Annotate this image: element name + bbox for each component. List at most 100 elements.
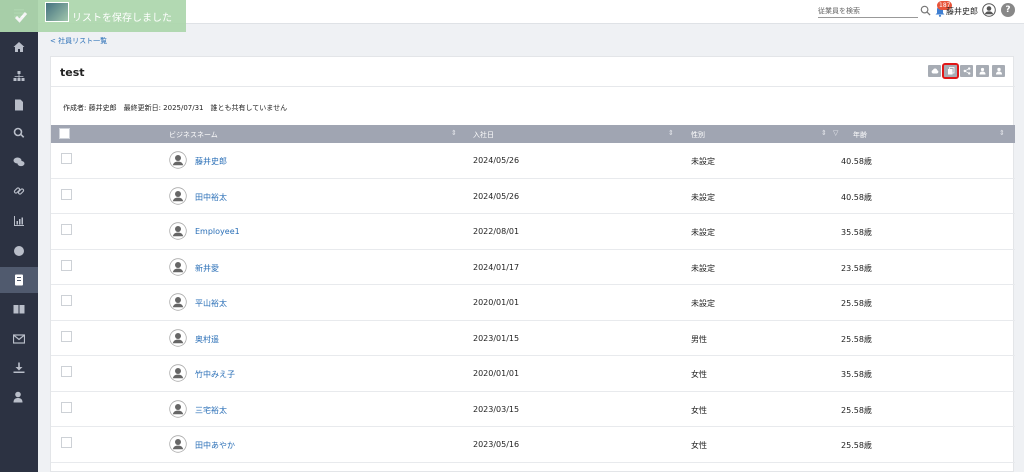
book-icon[interactable] — [0, 296, 38, 322]
list-card: test 作成者: 藤井史郎 最終更新日: 2025/07/31 誰とも共有して… — [50, 56, 1015, 472]
age: 25.58歳 — [841, 299, 872, 308]
sidebar — [0, 0, 38, 472]
table-row: 田中あやか 2023/05/16 女性 25.58歳 — [51, 427, 1015, 463]
joined-date: 2023/01/15 — [473, 333, 520, 343]
sort-icon[interactable]: ⇕ — [451, 129, 457, 137]
select-all-checkbox[interactable] — [59, 128, 70, 139]
employee-name-link[interactable]: 奥村遥 — [195, 334, 219, 345]
header-gender[interactable]: 性別 — [691, 130, 705, 140]
employee-avatar-icon — [169, 364, 187, 382]
joined-date: 2022/08/01 — [473, 227, 520, 236]
employee-avatar-icon — [169, 399, 187, 418]
employee-avatar-icon — [169, 435, 187, 453]
org-chart-icon[interactable] — [0, 63, 38, 89]
row-checkbox[interactable] — [61, 188, 72, 200]
employee-name-link[interactable]: Employee1 — [195, 227, 240, 236]
gender: 男性 — [691, 334, 707, 344]
employee-name-link[interactable]: 平山裕太 — [195, 298, 227, 309]
home-icon[interactable] — [0, 34, 38, 60]
page-title: test — [60, 66, 85, 79]
share-button[interactable] — [960, 65, 973, 77]
user-name[interactable]: 藤井史郎 — [946, 6, 978, 17]
employee-avatar-icon — [169, 186, 187, 205]
employee-name-link[interactable]: 三宅裕太 — [195, 405, 227, 416]
row-checkbox[interactable] — [61, 330, 72, 342]
header-joined-date[interactable]: 入社日 — [473, 130, 494, 140]
row-checkbox[interactable] — [61, 437, 72, 448]
joined-date: 2024/01/17 — [473, 262, 520, 272]
gender: 未設定 — [691, 192, 715, 202]
globe-icon[interactable] — [0, 238, 38, 264]
table-row: 三宅裕太 2023/03/15 女性 25.58歳 — [51, 392, 1015, 427]
employee-list-icon[interactable] — [0, 267, 38, 293]
sort-icon[interactable]: ⇕ — [821, 129, 827, 137]
toast-thumbnail — [45, 2, 69, 22]
employee-table: ビジネスネーム ⇕ 入社日 ⇕ 性別 ⇕ ▽ 年齢 ⇕ 藤井史郎 2024/05… — [51, 125, 1015, 463]
row-checkbox[interactable] — [61, 153, 72, 164]
joined-date: 2024/05/26 — [473, 156, 520, 165]
header-age[interactable]: 年齢 — [853, 130, 867, 140]
age: 25.58歳 — [841, 441, 872, 450]
row-checkbox[interactable] — [61, 366, 72, 377]
header-business-name[interactable]: ビジネスネーム — [169, 130, 218, 140]
joined-date: 2020/01/01 — [473, 369, 520, 378]
check-icon — [14, 9, 28, 23]
employee-name-link[interactable]: 竹中みえ子 — [195, 369, 235, 380]
analytics-icon[interactable] — [0, 208, 38, 234]
joined-date: 2023/03/15 — [473, 404, 520, 414]
joined-date: 2020/01/01 — [473, 298, 520, 307]
employee-avatar-icon — [169, 151, 187, 169]
chat-icon[interactable] — [0, 149, 38, 175]
age: 40.58歳 — [841, 157, 872, 166]
save-toast: リストを保存しました — [0, 0, 186, 32]
search-icon[interactable] — [920, 5, 931, 16]
gender: 女性 — [691, 370, 707, 379]
joined-date: 2024/05/26 — [473, 191, 520, 201]
list-meta-info: 作成者: 藤井史郎 最終更新日: 2025/07/31 誰とも共有していません — [63, 104, 288, 112]
employee-search-input[interactable] — [818, 5, 918, 18]
document-icon[interactable] — [0, 92, 38, 118]
help-icon[interactable]: ? — [1001, 3, 1015, 17]
employee-name-link[interactable]: 田中裕太 — [195, 192, 227, 203]
employee-name-link[interactable]: 田中あやか — [195, 440, 235, 451]
add-member-button[interactable] — [976, 65, 989, 77]
member-settings-button[interactable] — [992, 65, 1005, 77]
employee-name-link[interactable]: 新井愛 — [195, 263, 219, 274]
search-icon[interactable] — [0, 120, 38, 146]
sort-icon[interactable]: ⇕ — [668, 129, 674, 137]
age: 25.58歳 — [841, 405, 872, 415]
gender: 未設定 — [691, 157, 715, 166]
filter-icon[interactable]: ▽ — [833, 129, 838, 137]
row-checkbox[interactable] — [61, 295, 72, 306]
breadcrumb-employee-lists[interactable]: < 社員リスト一覧 — [50, 36, 107, 46]
table-row: 藤井史郎 2024/05/26 未設定 40.58歳 — [51, 143, 1015, 179]
gender: 未設定 — [691, 263, 715, 273]
download-icon[interactable] — [0, 355, 38, 381]
mail-icon[interactable] — [0, 326, 38, 352]
gender: 女性 — [691, 405, 707, 415]
user-avatar-icon[interactable] — [982, 3, 996, 17]
table-row: 田中裕太 2024/05/26 未設定 40.58歳 — [51, 179, 1015, 214]
table-row: Employee1 2022/08/01 未設定 35.58歳 — [51, 214, 1015, 250]
table-row: 平山裕太 2020/01/01 未設定 25.58歳 — [51, 285, 1015, 321]
row-checkbox[interactable] — [61, 401, 72, 413]
cloud-save-button[interactable] — [928, 65, 941, 77]
sort-icon[interactable]: ⇕ — [999, 129, 1005, 137]
gender: 女性 — [691, 441, 707, 450]
link-icon[interactable] — [0, 178, 38, 204]
age: 35.58歳 — [841, 228, 872, 237]
copy-button[interactable] — [942, 63, 959, 79]
row-checkbox[interactable] — [61, 259, 72, 271]
divider — [51, 86, 1015, 87]
row-checkbox[interactable] — [61, 224, 72, 235]
toast-message: リストを保存しました — [72, 12, 172, 24]
employee-avatar-icon — [169, 293, 187, 311]
age: 23.58歳 — [841, 263, 872, 273]
employee-avatar-icon — [169, 328, 187, 347]
employee-name-link[interactable]: 藤井史郎 — [195, 156, 227, 167]
action-toolbar — [928, 63, 1005, 79]
user-admin-icon[interactable] — [0, 384, 38, 410]
gender: 未設定 — [691, 299, 715, 308]
table-body: 藤井史郎 2024/05/26 未設定 40.58歳 田中裕太 2024/05/… — [51, 143, 1015, 463]
employee-avatar-icon — [169, 257, 187, 276]
